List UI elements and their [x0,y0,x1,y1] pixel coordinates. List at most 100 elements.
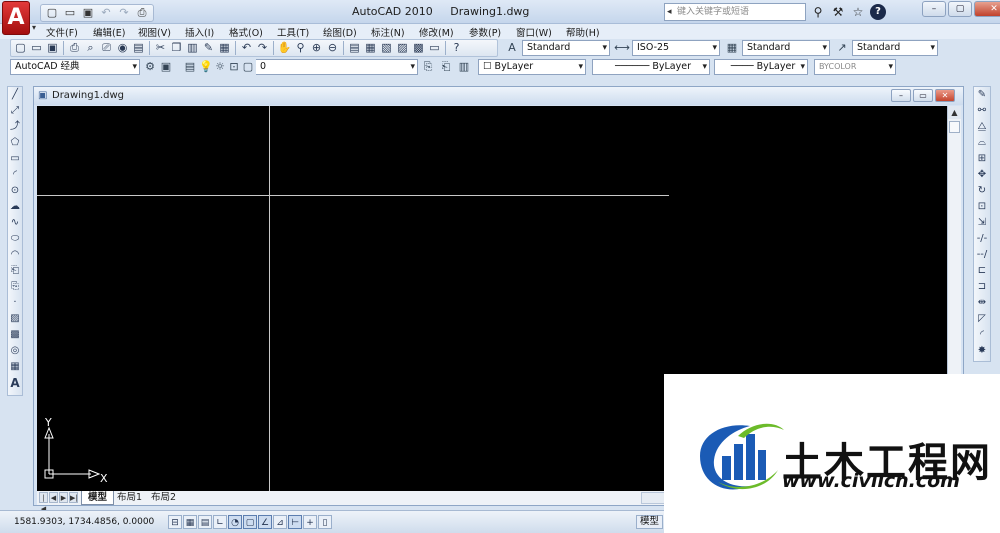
menu-window[interactable]: 窗口(W) [516,25,552,39]
tab-layout2[interactable]: 布局2 [145,491,182,505]
quick-properties-icon[interactable]: ▯ [318,515,332,529]
table-icon[interactable]: ▦ [8,360,22,374]
prev-tab-icon[interactable]: ◀ [49,492,58,503]
chamfer-icon[interactable]: ◸ [975,312,989,326]
plot-icon[interactable]: ⎙ [134,5,150,21]
region-icon[interactable]: ◎ [8,344,22,358]
3d-dwf-icon[interactable]: ◉ [115,40,130,56]
menu-insert[interactable]: 插入(I) [185,25,214,39]
ellipse-arc-icon[interactable]: ◠ [8,248,22,262]
model-space-button[interactable]: 模型 [636,515,664,529]
line-icon[interactable]: ╱ [8,88,22,102]
redo-icon[interactable]: ↷ [116,5,132,21]
multileader-style-select[interactable]: Standard [852,40,938,56]
ortho-mode-icon[interactable]: ∟ [213,515,227,529]
spline-icon[interactable]: ∿ [8,216,22,230]
dynamic-ucs-icon[interactable]: ⊿ [273,515,287,529]
publish-icon[interactable]: ⎚ [99,40,114,56]
scroll-up-icon[interactable]: ▲ [948,106,961,119]
quickcalc-icon[interactable]: ▭ [427,40,442,56]
gear-icon[interactable]: ⚙ [142,59,158,75]
sheet-set-icon[interactable]: ▤ [131,40,146,56]
menu-modify[interactable]: 修改(M) [419,25,454,39]
menu-edit[interactable]: 编辑(E) [93,25,125,39]
help-search-input[interactable]: 键入关键字或短语 [664,3,806,21]
application-menu-button[interactable]: A ▾ [2,1,36,35]
arc-icon[interactable]: ◜ [8,168,22,182]
last-tab-icon[interactable]: ▶| [69,492,78,503]
scroll-thumb[interactable] [949,121,960,133]
dim-style-select[interactable]: ISO-25 [632,40,720,56]
paste-icon[interactable]: ▥ [185,40,200,56]
grid-display-icon[interactable]: ▤ [198,515,212,529]
undo-icon[interactable]: ↶ [239,40,254,56]
make-block-icon[interactable]: ⎘ [8,280,22,294]
tab-layout1[interactable]: 布局1 [111,491,148,505]
trim-icon[interactable]: -/- [975,232,989,246]
block-editor-icon[interactable]: ▦ [217,40,232,56]
rotate-icon[interactable]: ↻ [975,184,989,198]
scale-icon[interactable]: ⊡ [975,200,989,214]
drawing-titlebar[interactable]: ▣ Drawing1.dwg – ▭ ✕ [34,87,963,105]
break-icon[interactable]: ⊐ [975,280,989,294]
array-icon[interactable]: ⊞ [975,152,989,166]
explode-icon[interactable]: ✸ [975,344,989,358]
snap-mode-icon[interactable]: ▦ [183,515,197,529]
construction-line-icon[interactable]: ⤢ [8,104,22,118]
undo-icon[interactable]: ↶ [98,5,114,21]
open-icon[interactable]: ▭ [62,5,78,21]
maximize-button[interactable]: ▢ [948,1,972,17]
polygon-icon[interactable]: ⬠ [8,136,22,150]
menu-view[interactable]: 视图(V) [138,25,171,39]
save-icon[interactable]: ▣ [80,5,96,21]
binoculars-icon[interactable]: ⚲ [810,4,826,20]
text-style-select[interactable]: Standard [522,40,610,56]
tab-model[interactable]: 模型 [81,491,115,505]
wrench-icon[interactable]: ⚒ [830,4,846,20]
copy-object-icon[interactable]: ⚯ [975,104,989,118]
extend-icon[interactable]: --/ [975,248,989,262]
drawing-restore-button[interactable]: ▭ [913,89,933,102]
infer-constraints-icon[interactable]: ⊟ [168,515,182,529]
menu-tools[interactable]: 工具(T) [277,25,309,39]
menu-draw[interactable]: 绘图(D) [323,25,357,39]
point-icon[interactable]: · [8,296,22,310]
help-icon[interactable]: ? [449,40,464,56]
move-icon[interactable]: ✥ [975,168,989,182]
menu-parametric[interactable]: 参数(P) [469,25,501,39]
lineweight-select[interactable]: ──── ByLayer [714,59,808,75]
stretch-icon[interactable]: ⇲ [975,216,989,230]
erase-icon[interactable]: ✎ [975,88,989,102]
drawing-close-button[interactable]: ✕ [935,89,955,102]
pan-icon[interactable]: ✋ [277,40,292,56]
mirror-icon[interactable]: ⧋ [975,120,989,134]
star-icon[interactable]: ☆ [850,4,866,20]
hatch-icon[interactable]: ▨ [8,312,22,326]
plot-preview-icon[interactable]: ⌕ [83,40,98,56]
new-icon[interactable]: ▢ [44,5,60,21]
workspace-select[interactable]: AutoCAD 经典 [10,59,140,75]
ellipse-icon[interactable]: ⬭ [8,232,22,246]
layer-previous-icon[interactable]: ⎗ [438,59,454,75]
copy-icon[interactable]: ❐ [169,40,184,56]
first-tab-icon[interactable]: |◀ [39,492,48,513]
layer-properties-icon[interactable]: ▤ [182,59,198,75]
sheet-set-manager-icon[interactable]: ▨ [395,40,410,56]
offset-icon[interactable]: ⌓ [975,136,989,150]
minimize-button[interactable]: – [922,1,946,17]
circle-icon[interactable]: ⊙ [8,184,22,198]
drawing-minimize-button[interactable]: – [891,89,911,102]
menu-file[interactable]: 文件(F) [46,25,78,39]
polyline-icon[interactable]: ⤴ [8,120,22,134]
match-properties-icon[interactable]: ✎ [201,40,216,56]
make-current-layer-icon[interactable]: ⎘ [420,59,436,75]
fillet-icon[interactable]: ◜ [975,328,989,342]
dim-style-icon[interactable]: ⟷ [614,40,630,56]
join-icon[interactable]: ⇹ [975,296,989,310]
menu-dimension[interactable]: 标注(N) [371,25,405,39]
cut-icon[interactable]: ✂ [153,40,168,56]
linetype-select[interactable]: ────── ByLayer [592,59,710,75]
help-icon[interactable]: ? [870,4,886,20]
save-icon[interactable]: ▣ [45,40,60,56]
text-style-icon[interactable]: A [504,40,520,56]
